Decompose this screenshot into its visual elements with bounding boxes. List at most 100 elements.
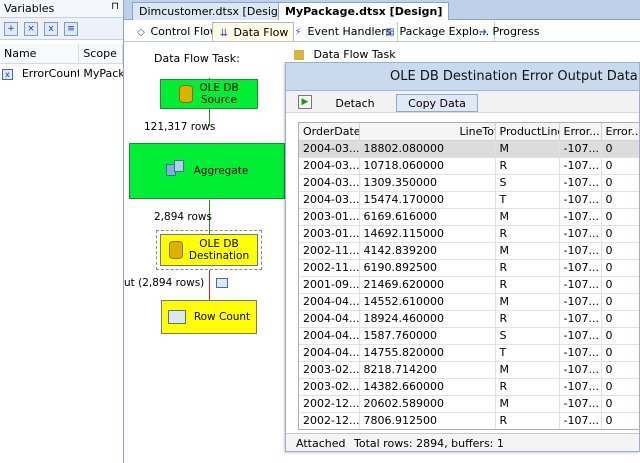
table-row[interactable]: 2003-02... 14382.660000 R -107... 0 xyxy=(299,378,639,396)
col-orderdate[interactable]: OrderDate xyxy=(299,123,360,141)
table-row[interactable]: 2002-12... 20602.589000 M -107... 0 xyxy=(299,395,639,413)
table-cell: 0 xyxy=(601,276,639,294)
table-cell: 14755.820000 xyxy=(359,344,496,362)
tab-dimcustomer[interactable]: Dimcustomer.dtsx [Design] xyxy=(132,2,297,20)
table-cell: -107... xyxy=(559,191,602,209)
variables-col-scope[interactable]: Scope xyxy=(79,44,123,63)
table-cell: 0 xyxy=(601,361,639,379)
table-row[interactable]: 2004-04... 14552.610000 M -107... 0 xyxy=(299,293,639,311)
table-row[interactable]: 2004-03... 1309.350000 S -107... 0 xyxy=(299,174,639,192)
variable-scope: MyPack xyxy=(83,66,123,80)
table-row[interactable]: 2004-04... 1587.760000 S -107... 0 xyxy=(299,327,639,345)
pin-icon[interactable]: ⊓ xyxy=(111,1,119,12)
table-row[interactable]: 2002-12... 7806.912500 R -107... 0 xyxy=(299,412,639,429)
tab-data-flow-label: Data Flow xyxy=(233,26,289,39)
col-productline[interactable]: ProductLine xyxy=(495,123,560,141)
table-cell: M xyxy=(495,293,560,311)
table-row[interactable]: 2004-03... 10718.060000 R -107... 0 xyxy=(299,157,639,175)
table-cell: -107... xyxy=(559,344,602,362)
table-row[interactable]: 2004-04... 18924.460000 R -107... 0 xyxy=(299,310,639,328)
table-row[interactable]: 2002-11... 6190.892500 R -107... 0 xyxy=(299,259,639,277)
table-cell: 4142.839200 xyxy=(359,242,496,260)
table-cell: 1587.760000 xyxy=(359,327,496,345)
table-cell: -107... xyxy=(559,310,602,328)
variable-row[interactable]: x ErrorCount MyPack xyxy=(0,64,123,82)
table-cell: 2001-09... xyxy=(299,276,360,294)
table-row[interactable]: 2004-04... 14755.820000 T -107... 0 xyxy=(299,344,639,362)
table-cell: 1309.350000 xyxy=(359,174,496,192)
cylinder-icon xyxy=(179,85,194,103)
tab-progress-label: Progress xyxy=(492,25,540,38)
table-cell: -107... xyxy=(559,361,602,379)
table-cell: M xyxy=(495,242,560,260)
table-row[interactable]: 2003-01... 14692.115000 R -107... 0 xyxy=(299,225,639,243)
table-row[interactable]: 2004-03... 18802.080000 M -107... 0 xyxy=(299,140,639,158)
tab-mypackage[interactable]: MyPackage.dtsx [Design] xyxy=(278,2,450,20)
table-cell: 0 xyxy=(601,378,639,396)
table-cell: 0 xyxy=(601,395,639,413)
table-cell: 14692.115000 xyxy=(359,225,496,243)
table-cell: 2004-04... xyxy=(299,310,360,328)
table-row[interactable]: 2003-01... 6169.616000 M -107... 0 xyxy=(299,208,639,226)
row-count-icon xyxy=(167,310,186,324)
play-icon[interactable]: ▶ xyxy=(298,95,312,109)
table-cell: 0 xyxy=(601,429,640,430)
table-cell: R xyxy=(495,157,560,175)
variables-toolbar: + × x ≡ xyxy=(0,18,123,40)
table-cell: 2002-12... xyxy=(299,412,360,429)
col-error-column[interactable]: Error... xyxy=(601,123,639,141)
add-variable-icon[interactable]: + xyxy=(4,21,18,36)
data-viewer-title[interactable]: OLE DB Destination Error Output Data Vie… xyxy=(286,63,639,91)
aggregate[interactable]: Aggregate xyxy=(129,143,285,199)
col-error-code[interactable]: Error... xyxy=(559,123,602,141)
table-cell: M xyxy=(495,140,560,158)
table-cell: 0 xyxy=(601,208,639,226)
tab-progress[interactable]: ➜ Progress xyxy=(472,22,544,41)
data-flow-task-value: Data Flow Task xyxy=(313,48,396,61)
ole-db-source[interactable]: OLE DB Source xyxy=(160,79,258,109)
show-system-variables-icon[interactable]: x xyxy=(44,21,58,36)
variables-col-name[interactable]: Name xyxy=(0,44,80,63)
table-row[interactable]: 2001-09... 21469.620000 R -107... 0 xyxy=(299,276,639,294)
package-explorer-icon: ▤ xyxy=(385,27,395,38)
table-cell: -107... xyxy=(559,208,602,226)
aggregate-label: Aggregate xyxy=(193,165,249,177)
table-cell: -107... xyxy=(559,157,602,175)
data-grid[interactable]: OrderDate LineTotal ProductLine Error...… xyxy=(298,122,640,430)
copy-data-button[interactable]: Copy Data xyxy=(396,94,478,112)
row-count[interactable]: Row Count xyxy=(161,300,257,334)
table-cell: R xyxy=(495,429,559,430)
data-flow-icon: ⇊ xyxy=(219,28,229,39)
table-cell: T xyxy=(495,344,560,362)
table-row[interactable]: 2002-11... 4142.839200 M -107... 0 xyxy=(299,242,639,260)
table-cell: 2002-11... xyxy=(299,242,360,260)
table-row[interactable]: 2001-10...3374.990000R-107...0 xyxy=(299,429,640,430)
progress-icon: ➜ xyxy=(478,27,488,38)
table-cell: 2004-04... xyxy=(299,344,360,362)
table-cell: 2004-03... xyxy=(299,174,360,192)
ole-db-destination[interactable]: OLE DB Destination xyxy=(160,234,258,266)
data-flow-task-label: Data Flow Task: xyxy=(154,52,240,65)
aggregate-icon xyxy=(165,160,186,182)
aggregate-path-label: 2,894 rows xyxy=(154,211,212,223)
variable-icon: x xyxy=(0,67,18,80)
detach-button[interactable]: Detach xyxy=(322,94,388,112)
table-row[interactable]: 2003-02... 8218.714200 M -107... 0 xyxy=(299,361,639,379)
tab-data-flow[interactable]: ⇊ Data Flow xyxy=(212,22,295,41)
table-row[interactable]: 2004-03... 15474.170000 T -107... 0 xyxy=(299,191,639,209)
delete-variable-icon[interactable]: × xyxy=(24,21,38,36)
table-cell: -107... xyxy=(559,395,602,413)
table-cell: 14382.660000 xyxy=(359,378,496,396)
table-cell: -107... xyxy=(559,140,602,158)
data-viewer-icon[interactable] xyxy=(216,278,228,288)
ole-db-source-label: OLE DB Source xyxy=(199,82,239,106)
tab-control-flow[interactable]: ◇ Control Flow xyxy=(130,22,225,41)
data-flow-task-select[interactable]: Data Flow Task xyxy=(294,48,396,61)
table-cell: 15474.170000 xyxy=(359,191,496,209)
col-linetotal[interactable]: LineTotal xyxy=(359,123,496,141)
grid-header: OrderDate LineTotal ProductLine Error...… xyxy=(299,123,639,141)
table-cell: 0 xyxy=(601,225,639,243)
table-cell: R xyxy=(495,225,560,243)
row-count-label: Row Count xyxy=(193,311,251,323)
show-all-variables-icon[interactable]: ≡ xyxy=(64,21,78,36)
